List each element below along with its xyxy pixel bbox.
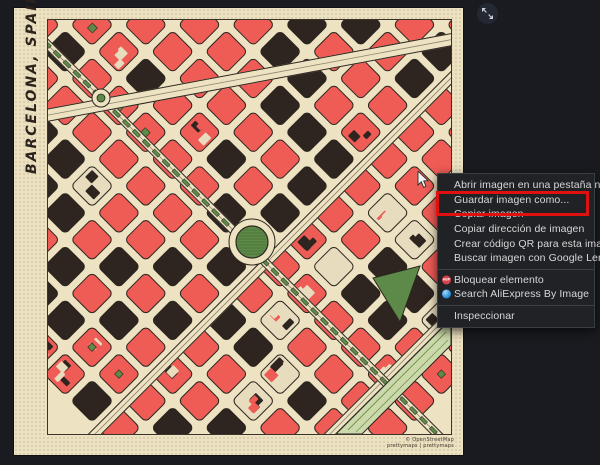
menu-item-abrir-imagen-en-una-pestana-nueva[interactable]: Abrir imagen en una pestaña nueva xyxy=(438,178,594,193)
expand-resize-button[interactable] xyxy=(477,3,498,24)
barcelona-map-graphic xyxy=(48,20,451,434)
menu-item-buscar-imagen-con-google-lens[interactable]: Buscar imagen con Google Lens xyxy=(438,251,594,266)
menu-item-label: Search AliExpress By Image xyxy=(454,288,589,300)
menu-separator xyxy=(438,305,594,306)
menu-item-label: Inspeccionar xyxy=(454,310,515,322)
menu-item-bloquear-elemento[interactable]: ABPBloquear elemento xyxy=(438,273,594,288)
attribution-line-2: prettymaps | prettymaps xyxy=(387,443,454,449)
menu-item-label: Buscar imagen con Google Lens xyxy=(454,252,600,264)
map-attribution: © OpenStreetMap prettymaps | prettymaps xyxy=(387,437,454,449)
menu-item-search-aliexpress-by-image[interactable]: Search AliExpress By Image xyxy=(438,287,594,302)
menu-item-label: Copiar imagen xyxy=(454,208,524,220)
map-poster-image[interactable]: Barcelona, Spain © OpenStreetMap prettym… xyxy=(14,8,463,455)
menu-item-crear-codigo-qr-para-esta-imagen[interactable]: Crear código QR para esta imagen xyxy=(438,236,594,251)
menu-separator xyxy=(438,269,594,270)
menu-item-label: Bloquear elemento xyxy=(454,274,544,286)
mouse-cursor xyxy=(417,171,429,189)
menu-item-copiar-imagen[interactable]: Copiar imagen xyxy=(438,207,594,222)
menu-item-guardar-imagen-como[interactable]: Guardar imagen como... xyxy=(438,193,594,208)
context-menu: Abrir imagen en una pestaña nuevaGuardar… xyxy=(437,173,595,328)
abp-icon: ABP xyxy=(442,275,451,284)
poster-title: Barcelona, Spain xyxy=(24,0,40,174)
menu-item-label: Copiar dirección de imagen xyxy=(454,223,584,235)
menu-item-label: Crear código QR para esta imagen xyxy=(454,238,600,250)
menu-item-label: Guardar imagen como... xyxy=(454,194,569,206)
aliexpress-icon xyxy=(442,290,451,299)
menu-item-copiar-direccion-de-imagen[interactable]: Copiar dirección de imagen xyxy=(438,222,594,237)
diagonal-resize-arrows-icon xyxy=(481,7,494,20)
menu-item-label: Abrir imagen en una pestaña nueva xyxy=(454,179,600,191)
menu-item-inspeccionar[interactable]: Inspeccionar xyxy=(438,309,594,324)
page-background: Barcelona, Spain © OpenStreetMap prettym… xyxy=(0,0,600,465)
